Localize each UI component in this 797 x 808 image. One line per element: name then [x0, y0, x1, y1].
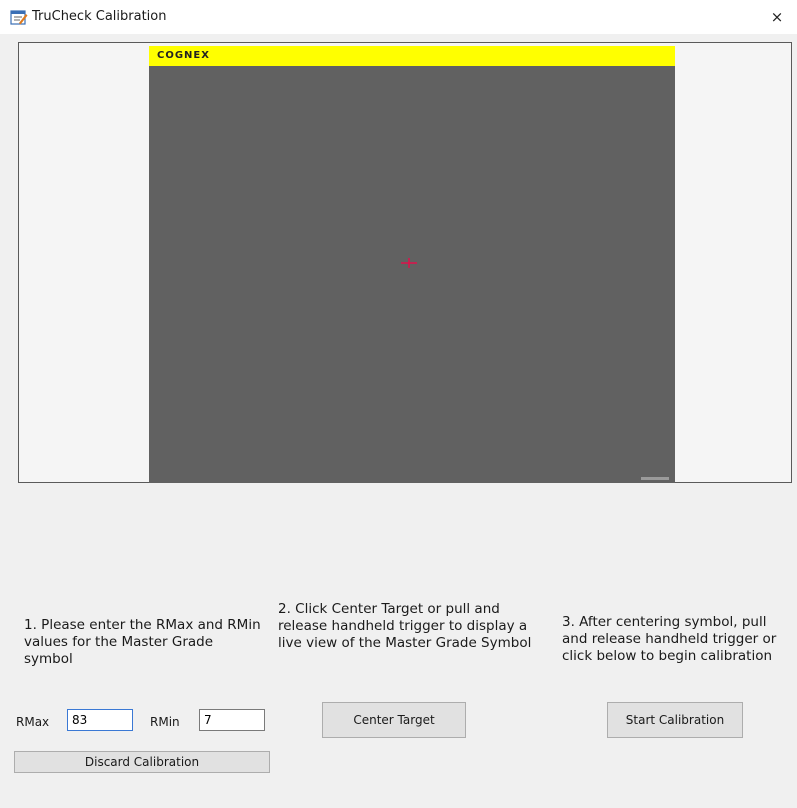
live-view-panel: COGNEX	[18, 42, 792, 483]
rmin-label: RMin	[150, 715, 180, 729]
start-calibration-button[interactable]: Start Calibration	[607, 702, 743, 738]
title-bar: TruCheck Calibration ×	[0, 0, 797, 34]
discard-calibration-button[interactable]: Discard Calibration	[14, 751, 270, 773]
calibration-app-icon	[10, 10, 28, 25]
brand-bar: COGNEX	[149, 46, 675, 66]
instruction-step-3: 3. After centering symbol, pull and rele…	[562, 614, 777, 664]
close-icon[interactable]: ×	[767, 6, 787, 28]
instruction-step-1: 1. Please enter the RMax and RMin values…	[24, 617, 261, 667]
camera-image: COGNEX	[149, 46, 675, 483]
image-watermark	[641, 477, 669, 480]
instruction-step-2: 2. Click Center Target or pull and relea…	[278, 601, 532, 651]
window-title: TruCheck Calibration	[32, 9, 167, 24]
crosshair-icon	[401, 258, 417, 268]
center-target-button[interactable]: Center Target	[322, 702, 466, 738]
cognex-logo: COGNEX	[157, 50, 210, 61]
rmin-input[interactable]	[199, 709, 265, 731]
rmax-input[interactable]	[67, 709, 133, 731]
rmax-label: RMax	[16, 715, 50, 729]
